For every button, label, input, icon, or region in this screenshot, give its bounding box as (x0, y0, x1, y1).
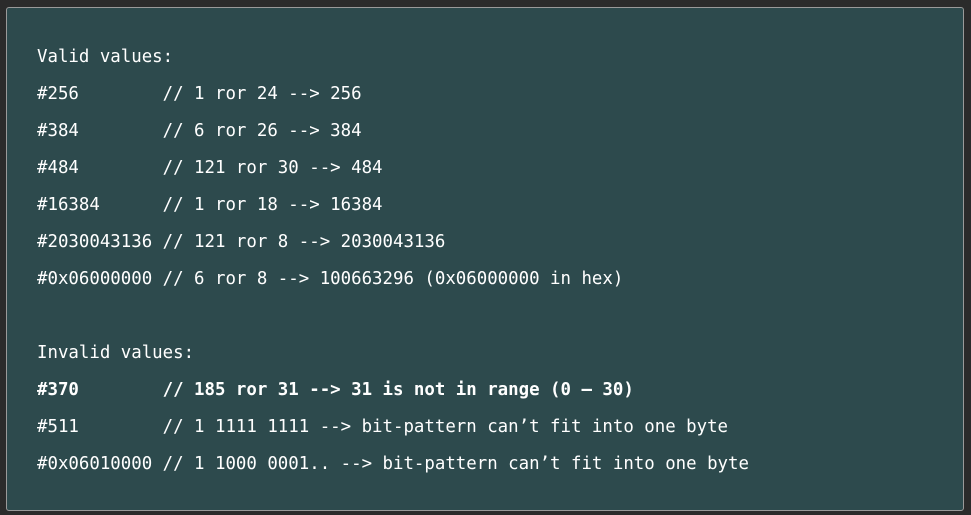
code-line: #0x06000000 // 6 ror 8 --> 100663296 (0x… (37, 269, 624, 289)
code-line: #370 // 185 ror 31 --> 31 is not in rang… (37, 380, 634, 400)
code-line: #484 // 121 ror 30 --> 484 (37, 158, 383, 178)
code-line: #2030043136 // 121 ror 8 --> 2030043136 (37, 232, 446, 252)
code-line: #511 // 1 1111 1111 --> bit-pattern can’… (37, 417, 729, 437)
code-line: #16384 // 1 ror 18 --> 16384 (37, 195, 383, 215)
code-line: #0x06010000 // 1 1000 0001.. --> bit-pat… (37, 454, 749, 474)
invalid-values-header: Invalid values: (37, 343, 195, 363)
valid-values-header: Valid values: (37, 47, 174, 67)
code-line: #384 // 6 ror 26 --> 384 (37, 121, 362, 141)
code-line: #256 // 1 ror 24 --> 256 (37, 84, 362, 104)
code-block: Valid values: #256 // 1 ror 24 --> 256 #… (6, 7, 964, 511)
